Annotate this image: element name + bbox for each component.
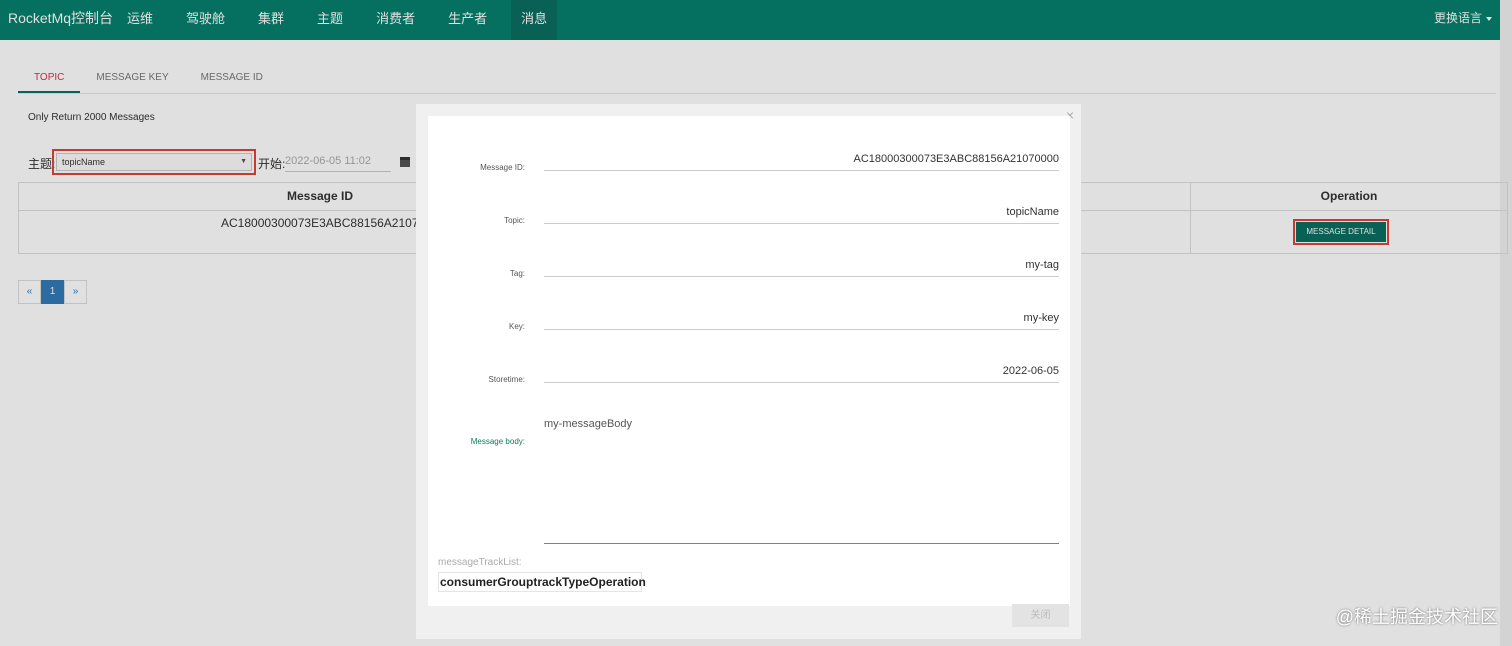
field-label: Key:	[508, 322, 525, 331]
field-value: my-key	[544, 312, 1059, 330]
field-value: my-tag	[544, 259, 1059, 277]
message-body-textarea[interactable]: my-messageBody	[544, 416, 1059, 544]
field-message-id: Message ID: AC18000300073E3ABC88156A2107…	[428, 149, 1070, 189]
field-label: Tag:	[509, 269, 525, 278]
field-storetime: Storetime: 2022-06-05	[428, 361, 1070, 401]
modal-body: Message ID: AC18000300073E3ABC88156A2107…	[428, 116, 1070, 606]
close-button[interactable]: 关闭	[1012, 604, 1069, 627]
field-value: topicName	[544, 206, 1059, 224]
message-body-label: Message body:	[470, 437, 525, 446]
track-list-label: messageTrackList:	[438, 557, 522, 568]
message-detail-modal: × Message ID: AC18000300073E3ABC88156A21…	[416, 104, 1081, 639]
field-value: 2022-06-05	[544, 365, 1059, 383]
watermark: @稀土掘金技术社区	[1335, 607, 1498, 627]
field-label: Message ID:	[480, 163, 525, 172]
field-topic: Topic: topicName	[428, 202, 1070, 242]
field-value: AC18000300073E3ABC88156A21070000	[544, 153, 1059, 171]
field-label: Storetime:	[488, 375, 525, 384]
field-tag: Tag: my-tag	[428, 255, 1070, 295]
track-list-table-header: consumerGrouptrackTypeOperation	[438, 572, 646, 592]
field-key: Key: my-key	[428, 308, 1070, 348]
field-label: Topic:	[504, 216, 525, 225]
